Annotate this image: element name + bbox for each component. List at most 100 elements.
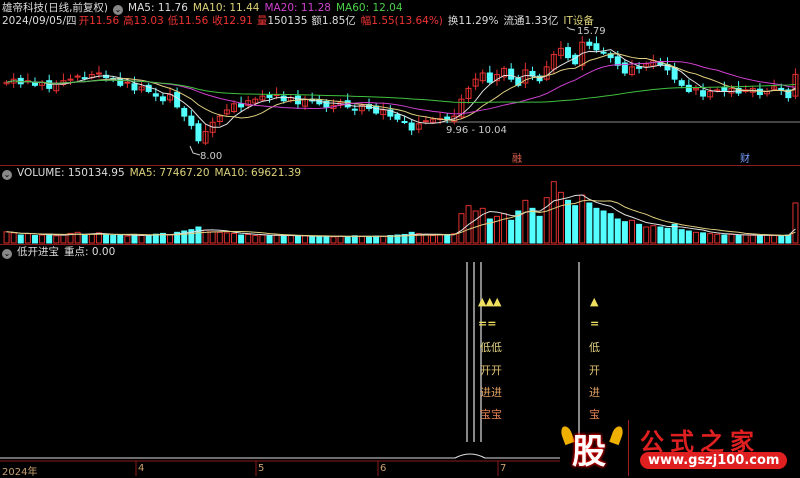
candle-body bbox=[721, 87, 728, 92]
volume-bar bbox=[756, 235, 763, 244]
candle-body bbox=[486, 72, 493, 83]
candle-body bbox=[195, 123, 202, 142]
low-price-label: 8.00 bbox=[200, 151, 222, 162]
volume-bar bbox=[692, 231, 699, 244]
candle-body bbox=[238, 103, 245, 108]
volume-bar bbox=[508, 219, 515, 244]
candle-body bbox=[373, 105, 380, 114]
candle-body bbox=[508, 68, 515, 80]
watermark-logo: 股 公式之家 www.gszj100.com bbox=[559, 420, 800, 476]
volume-bar bbox=[657, 226, 664, 244]
volume-bar bbox=[437, 234, 444, 244]
volume-bar bbox=[238, 234, 245, 244]
signal-text-2: 开开 bbox=[480, 364, 502, 377]
volume-bar bbox=[330, 236, 337, 244]
volume-bar bbox=[565, 199, 572, 244]
volume-bar bbox=[650, 225, 657, 244]
candle-body bbox=[685, 84, 692, 92]
volume-bar bbox=[358, 235, 365, 244]
volume-bar bbox=[607, 213, 614, 244]
volume-bar bbox=[785, 234, 792, 244]
volume-bar bbox=[636, 223, 643, 244]
volume-bar bbox=[501, 213, 508, 244]
volume-bar bbox=[600, 210, 607, 244]
low-price-pointer bbox=[189, 145, 201, 156]
price-chart[interactable]: 8.00 9.96 - 10.04 15.79 融 财 bbox=[0, 0, 800, 476]
volume-bar bbox=[572, 205, 579, 244]
panel-divider bbox=[0, 165, 800, 166]
volume-bar bbox=[39, 234, 46, 244]
volume-bar bbox=[764, 234, 771, 244]
volume-bar bbox=[309, 236, 316, 244]
collapse-icon[interactable]: ⌄ bbox=[2, 170, 12, 180]
volume-bar bbox=[721, 234, 728, 244]
volume-ma10: MA10: 69621.39 bbox=[214, 167, 302, 179]
volume-bar bbox=[529, 207, 536, 244]
candle-body bbox=[266, 94, 273, 99]
volume-bar bbox=[671, 223, 678, 244]
signal-text-2-1: 低 bbox=[589, 341, 600, 354]
volume-bar bbox=[593, 207, 600, 244]
volume-bar bbox=[749, 234, 756, 244]
volume-bar bbox=[714, 233, 721, 244]
candle-body bbox=[280, 95, 287, 102]
signal-text-2-3: 进 bbox=[589, 386, 600, 399]
volume-ma5: MA5: 77467.20 bbox=[129, 167, 210, 179]
volume-bar bbox=[444, 233, 451, 244]
collapse-icon[interactable]: ⌄ bbox=[2, 249, 12, 259]
candle-body bbox=[600, 51, 607, 54]
candle-body bbox=[678, 80, 685, 86]
volume-bar bbox=[273, 234, 280, 244]
volume-bar bbox=[700, 232, 707, 244]
volume-bar bbox=[103, 234, 110, 244]
volume-bar bbox=[771, 235, 778, 244]
volume-bar bbox=[614, 218, 621, 244]
candle-body bbox=[188, 115, 195, 126]
volume-bar bbox=[458, 213, 465, 244]
volume-bar bbox=[678, 229, 685, 244]
candle-body bbox=[756, 88, 763, 96]
signal-text-3: 进进 bbox=[480, 386, 502, 399]
volume-bar bbox=[337, 235, 344, 244]
volume-bar bbox=[195, 226, 202, 244]
volume-bar bbox=[323, 235, 330, 244]
axis-label-jul: 7 bbox=[500, 463, 507, 474]
volume-bar bbox=[294, 235, 301, 244]
volume-bar bbox=[138, 235, 145, 244]
candle-body bbox=[67, 78, 74, 81]
volume-bar bbox=[792, 202, 799, 244]
volume-bar bbox=[287, 235, 294, 244]
volume-bar bbox=[380, 235, 387, 244]
volume-bar bbox=[586, 202, 593, 244]
candle-body bbox=[95, 72, 102, 75]
volume-bar bbox=[735, 235, 742, 244]
indicator-name: 低开进宝 bbox=[17, 246, 59, 258]
volume-bar bbox=[707, 233, 714, 244]
axis-label-may: 5 bbox=[258, 463, 265, 474]
candle-body bbox=[152, 93, 159, 97]
candle-body bbox=[131, 83, 138, 91]
volume-bar bbox=[685, 230, 692, 244]
volume-value: VOLUME: 150134.95 bbox=[17, 167, 125, 179]
volume-bar bbox=[145, 234, 152, 244]
high-price-pointer bbox=[566, 26, 576, 31]
volume-bar bbox=[351, 235, 358, 244]
high-price-label: 15.79 bbox=[577, 26, 606, 37]
volume-bar bbox=[643, 226, 650, 244]
candle-body bbox=[124, 81, 131, 84]
volume-bar bbox=[252, 235, 259, 244]
volume-bar bbox=[209, 231, 216, 244]
axis-label-jun: 6 bbox=[380, 463, 387, 474]
signal-eq: == bbox=[478, 317, 497, 330]
candle-body bbox=[401, 121, 408, 124]
candle-body bbox=[778, 87, 785, 91]
candle-body bbox=[593, 43, 600, 51]
volume-bar bbox=[316, 235, 323, 244]
logo-divider bbox=[628, 420, 629, 476]
volume-header: ⌄ VOLUME: 150134.95 MA5: 77467.20 MA10: 696… bbox=[2, 167, 306, 180]
volume-bar bbox=[110, 235, 117, 244]
indicator-line bbox=[0, 453, 560, 459]
volume-bar bbox=[60, 234, 67, 244]
candle-body bbox=[159, 96, 166, 102]
volume-bar bbox=[230, 232, 237, 244]
